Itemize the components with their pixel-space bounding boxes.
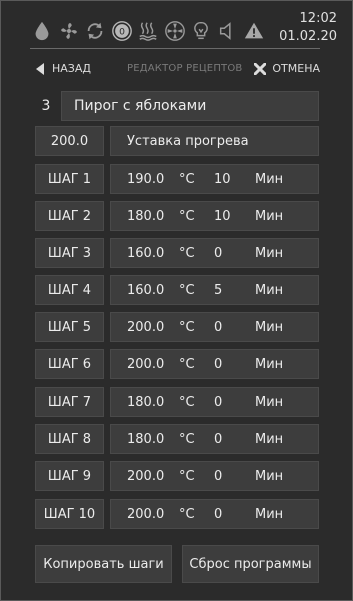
status-time: 12:02 xyxy=(299,11,337,26)
step-temp: 200.0 xyxy=(127,319,165,335)
temp-unit: °C xyxy=(179,506,195,522)
duration-unit: Мин xyxy=(255,245,284,261)
copy-steps-button[interactable]: Копировать шаги xyxy=(35,545,172,583)
step-duration: 0 xyxy=(214,245,223,261)
bulb-icon xyxy=(189,19,213,43)
reset-program-button[interactable]: Сброс программы xyxy=(182,545,319,583)
preheat-value-field[interactable]: 200.0 xyxy=(35,126,104,156)
steam-heat-icon xyxy=(136,19,160,43)
duration-unit: Мин xyxy=(255,208,284,224)
step-duration: 0 xyxy=(214,506,223,522)
step-button-8[interactable]: ШАГ 8 xyxy=(35,424,104,454)
back-button[interactable]: НАЗАД xyxy=(36,62,91,75)
step-duration: 10 xyxy=(214,208,231,224)
duration-unit: Мин xyxy=(255,319,284,335)
temp-unit: °C xyxy=(179,319,195,335)
svg-text:0: 0 xyxy=(119,27,125,38)
convection-fan-icon xyxy=(163,19,187,43)
step-settings-8[interactable]: 180.0 °C 0 Мин xyxy=(110,424,319,454)
step-duration: 10 xyxy=(214,171,231,187)
duration-unit: Мин xyxy=(255,171,284,187)
step-button-7[interactable]: ШАГ 7 xyxy=(35,387,104,417)
close-icon xyxy=(254,62,267,75)
duration-unit: Мин xyxy=(255,468,284,484)
chevron-left-icon xyxy=(36,62,44,75)
step-settings-4[interactable]: 160.0 °C 5 Мин xyxy=(110,275,319,305)
warning-icon xyxy=(242,19,266,43)
step-temp: 180.0 xyxy=(127,394,165,410)
status-date: 01.02.20 xyxy=(279,29,337,44)
step-button-4[interactable]: ШАГ 4 xyxy=(35,275,104,305)
status-bar: 0 12:02 01.02.20 xyxy=(0,0,353,52)
step-button-10[interactable]: ШАГ 10 xyxy=(35,499,104,529)
recipe-name-field[interactable]: Пирог с яблоками xyxy=(61,91,319,121)
zero-circle-icon: 0 xyxy=(110,19,134,43)
temp-unit: °C xyxy=(179,171,195,187)
speaker-icon xyxy=(216,19,240,43)
step-duration: 0 xyxy=(214,394,223,410)
step-button-3[interactable]: ШАГ 3 xyxy=(35,238,104,268)
cancel-button[interactable]: ОТМЕНА xyxy=(254,62,320,75)
clock: 12:02 01.02.20 xyxy=(279,10,337,46)
step-temp: 160.0 xyxy=(127,245,165,261)
step-button-1[interactable]: ШАГ 1 xyxy=(35,164,104,194)
cancel-label: ОТМЕНА xyxy=(272,62,320,75)
temp-unit: °C xyxy=(179,356,195,372)
step-button-2[interactable]: ШАГ 2 xyxy=(35,201,104,231)
step-settings-6[interactable]: 200.0 °C 0 Мин xyxy=(110,349,319,379)
step-duration: 0 xyxy=(214,356,223,372)
status-icons: 0 xyxy=(30,16,269,46)
step-settings-1[interactable]: 190.0 °C 10 Мин xyxy=(110,164,319,194)
step-settings-2[interactable]: 180.0 °C 10 Мин xyxy=(110,201,319,231)
step-duration: 5 xyxy=(214,282,223,298)
temp-unit: °C xyxy=(179,282,195,298)
temp-unit: °C xyxy=(179,208,195,224)
temp-unit: °C xyxy=(179,394,195,410)
step-button-6[interactable]: ШАГ 6 xyxy=(35,349,104,379)
cycle-icon xyxy=(83,19,107,43)
recipe-number: 3 xyxy=(41,98,51,114)
step-button-9[interactable]: ШАГ 9 xyxy=(35,461,104,491)
duration-unit: Мин xyxy=(255,394,284,410)
step-settings-9[interactable]: 200.0 °C 0 Мин xyxy=(110,461,319,491)
duration-unit: Мин xyxy=(255,356,284,372)
step-temp: 160.0 xyxy=(127,282,165,298)
step-temp: 200.0 xyxy=(127,506,165,522)
temp-unit: °C xyxy=(179,431,195,447)
drop-icon xyxy=(30,19,54,43)
step-settings-7[interactable]: 180.0 °C 0 Мин xyxy=(110,387,319,417)
step-duration: 0 xyxy=(214,319,223,335)
duration-unit: Мин xyxy=(255,506,284,522)
step-duration: 0 xyxy=(214,431,223,447)
step-temp: 180.0 xyxy=(127,431,165,447)
step-temp: 190.0 xyxy=(127,171,165,187)
back-label: НАЗАД xyxy=(52,62,91,75)
step-settings-3[interactable]: 160.0 °C 0 Мин xyxy=(110,238,319,268)
step-settings-5[interactable]: 200.0 °C 0 Мин xyxy=(110,312,319,342)
step-temp: 180.0 xyxy=(127,208,165,224)
step-button-5[interactable]: ШАГ 5 xyxy=(35,312,104,342)
fan-icon xyxy=(57,19,81,43)
step-settings-10[interactable]: 200.0 °C 0 Мин xyxy=(110,499,319,529)
nav-bar: НАЗАД РЕДАКТОР РЕЦЕПТОВ ОТМЕНА xyxy=(0,58,353,82)
step-temp: 200.0 xyxy=(127,468,165,484)
step-temp: 200.0 xyxy=(127,356,165,372)
temp-unit: °C xyxy=(179,245,195,261)
page-title: РЕДАКТОР РЕЦЕПТОВ xyxy=(127,63,243,74)
temp-unit: °C xyxy=(179,468,195,484)
duration-unit: Мин xyxy=(255,431,284,447)
duration-unit: Мин xyxy=(255,282,284,298)
preheat-label: Уставка прогрева xyxy=(110,126,319,156)
step-duration: 0 xyxy=(214,468,223,484)
status-divider xyxy=(30,48,320,49)
